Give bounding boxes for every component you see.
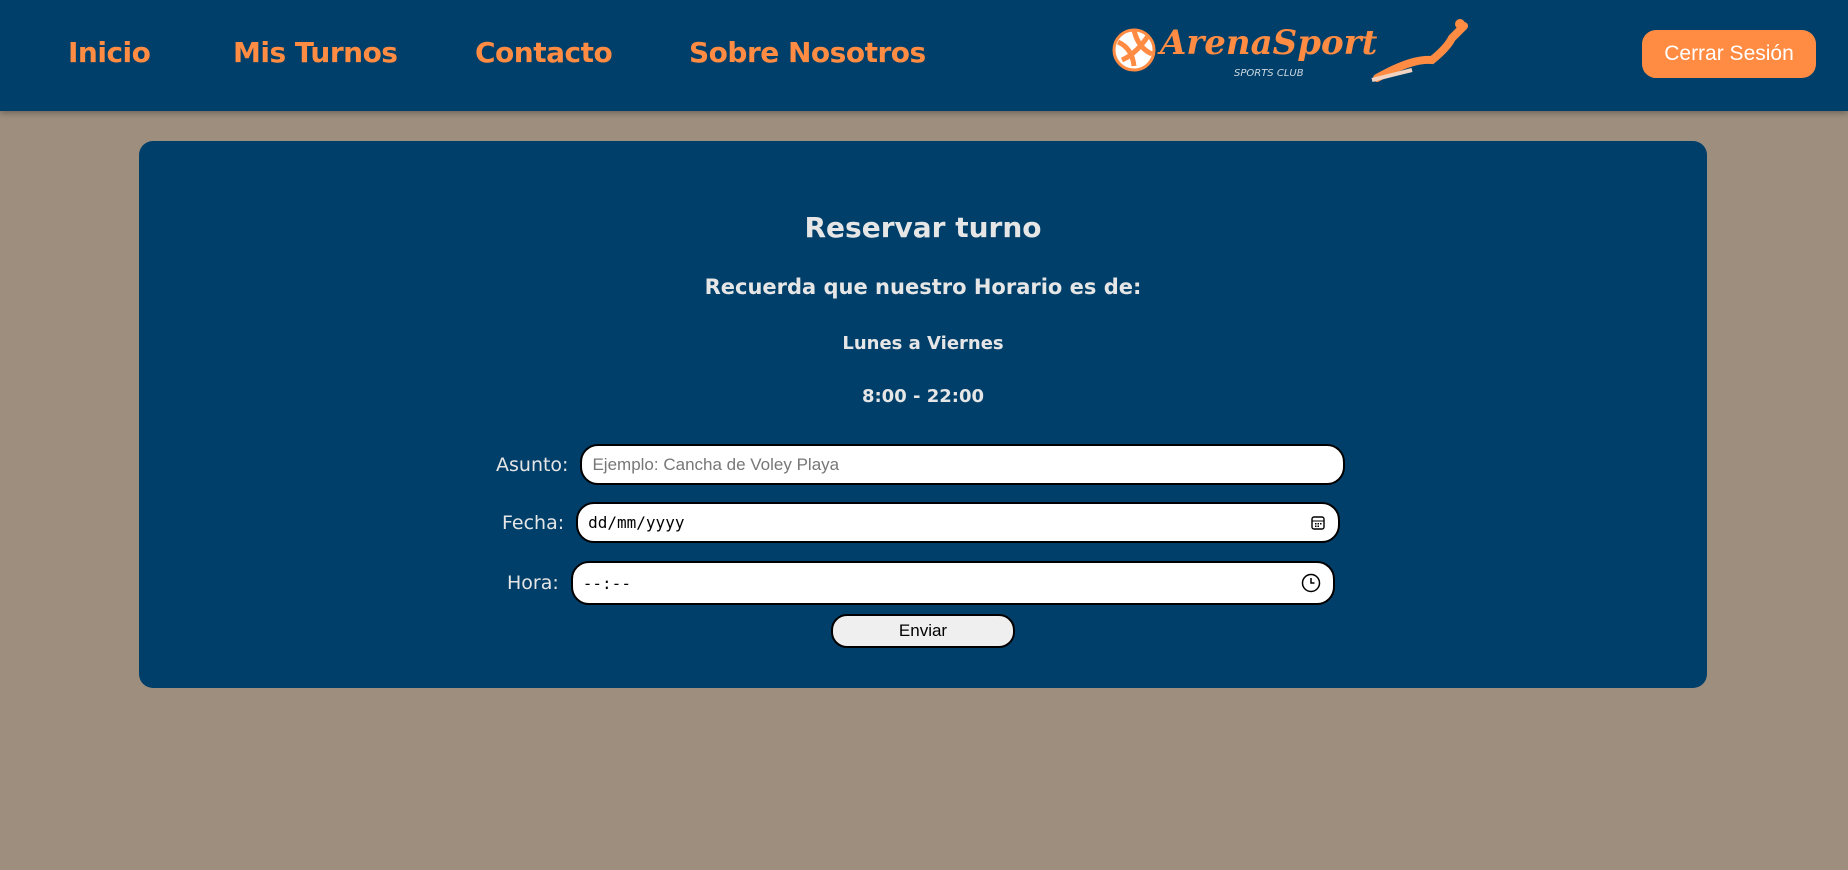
schedule-notice: Recuerda que nuestro Horario es de:: [704, 275, 1142, 299]
date-placeholder: dd/mm/yyyy: [588, 513, 685, 532]
nav-inicio[interactable]: Inicio: [68, 36, 151, 69]
date-label: Fecha:: [502, 511, 565, 534]
date-row: Fecha: dd/mm/yyyy: [502, 502, 1341, 543]
time-label: Hora:: [507, 572, 559, 594]
nav-mis-turnos[interactable]: Mis Turnos: [233, 36, 398, 69]
svg-text:ArenaSport: ArenaSport: [1157, 23, 1378, 63]
time-placeholder: --:--: [582, 573, 631, 593]
time-row: Hora: --:--: [507, 561, 1335, 605]
logout-button[interactable]: Cerrar Sesión: [1642, 30, 1816, 78]
svg-text:SPORTS CLUB: SPORTS CLUB: [1234, 68, 1304, 79]
arenasport-logo: ArenaSport SPORTS CLUB: [1112, 18, 1476, 86]
subject-row: Asunto: Ejemplo: Cancha de Voley Playa: [496, 444, 1346, 485]
subject-label: Asunto:: [496, 453, 569, 476]
subject-input[interactable]: Ejemplo: Cancha de Voley Playa: [580, 444, 1346, 485]
schedule-days: Lunes a Viernes: [842, 333, 1004, 354]
submit-button[interactable]: Enviar: [831, 614, 1015, 648]
nav-contacto[interactable]: Contacto: [475, 36, 613, 69]
calendar-icon[interactable]: [1310, 515, 1326, 531]
time-input[interactable]: --:--: [570, 561, 1335, 605]
site-header: Inicio Mis Turnos Contacto Sobre Nosotro…: [0, 0, 1848, 111]
booking-card: Reservar turno Recuerda que nuestro Hora…: [139, 141, 1707, 688]
clock-icon[interactable]: [1301, 573, 1321, 593]
nav-sobre-nosotros[interactable]: Sobre Nosotros: [689, 36, 926, 69]
date-input[interactable]: dd/mm/yyyy: [576, 502, 1341, 543]
schedule-hours: 8:00 - 22:00: [861, 386, 985, 407]
subject-placeholder: Ejemplo: Cancha de Voley Playa: [592, 454, 840, 474]
page-title: Reservar turno: [804, 211, 1042, 244]
